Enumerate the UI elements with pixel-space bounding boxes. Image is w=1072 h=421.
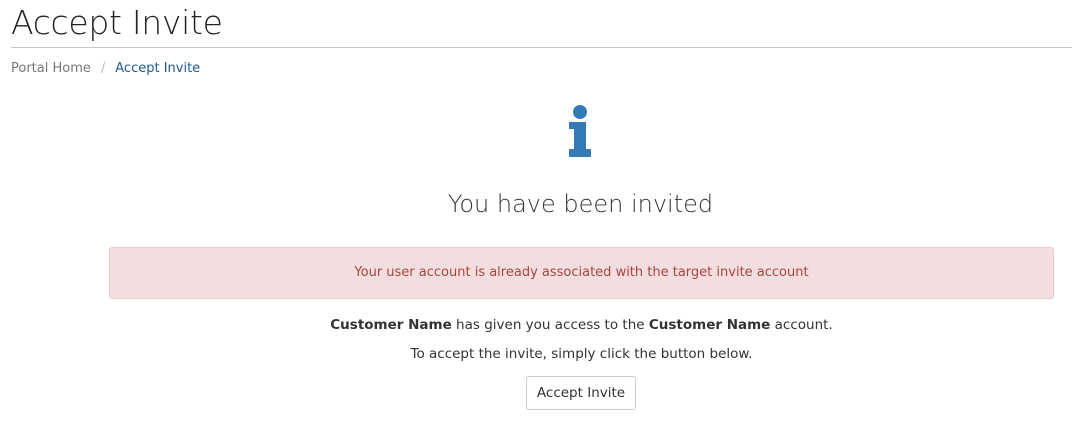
account-name: Customer Name [648,317,771,333]
invite-message: Customer Name has given you access to th… [109,316,1054,334]
breadcrumb: Portal Home / Accept Invite [11,60,200,77]
invite-heading: You have been invited [447,190,714,218]
invite-instruction: To accept the invite, simply click the b… [410,346,753,362]
page-header: Accept Invite [11,0,1072,48]
page: Accept Invite Portal Home / Accept Invit… [0,0,1072,421]
inviter-name: Customer Name [330,317,452,333]
info-icon [566,104,594,160]
breadcrumb-portal-home[interactable]: Portal Home [11,60,91,77]
error-alert: Your user account is already associated … [109,247,1054,299]
accept-invite-button[interactable]: Accept Invite [526,376,636,410]
invite-message-middle: has given you access to the [451,317,649,333]
breadcrumb-current: Accept Invite [115,61,201,76]
invite-message-end: account. [770,317,833,333]
page-title: Accept Invite [11,3,223,42]
breadcrumb-separator: / [100,61,106,76]
